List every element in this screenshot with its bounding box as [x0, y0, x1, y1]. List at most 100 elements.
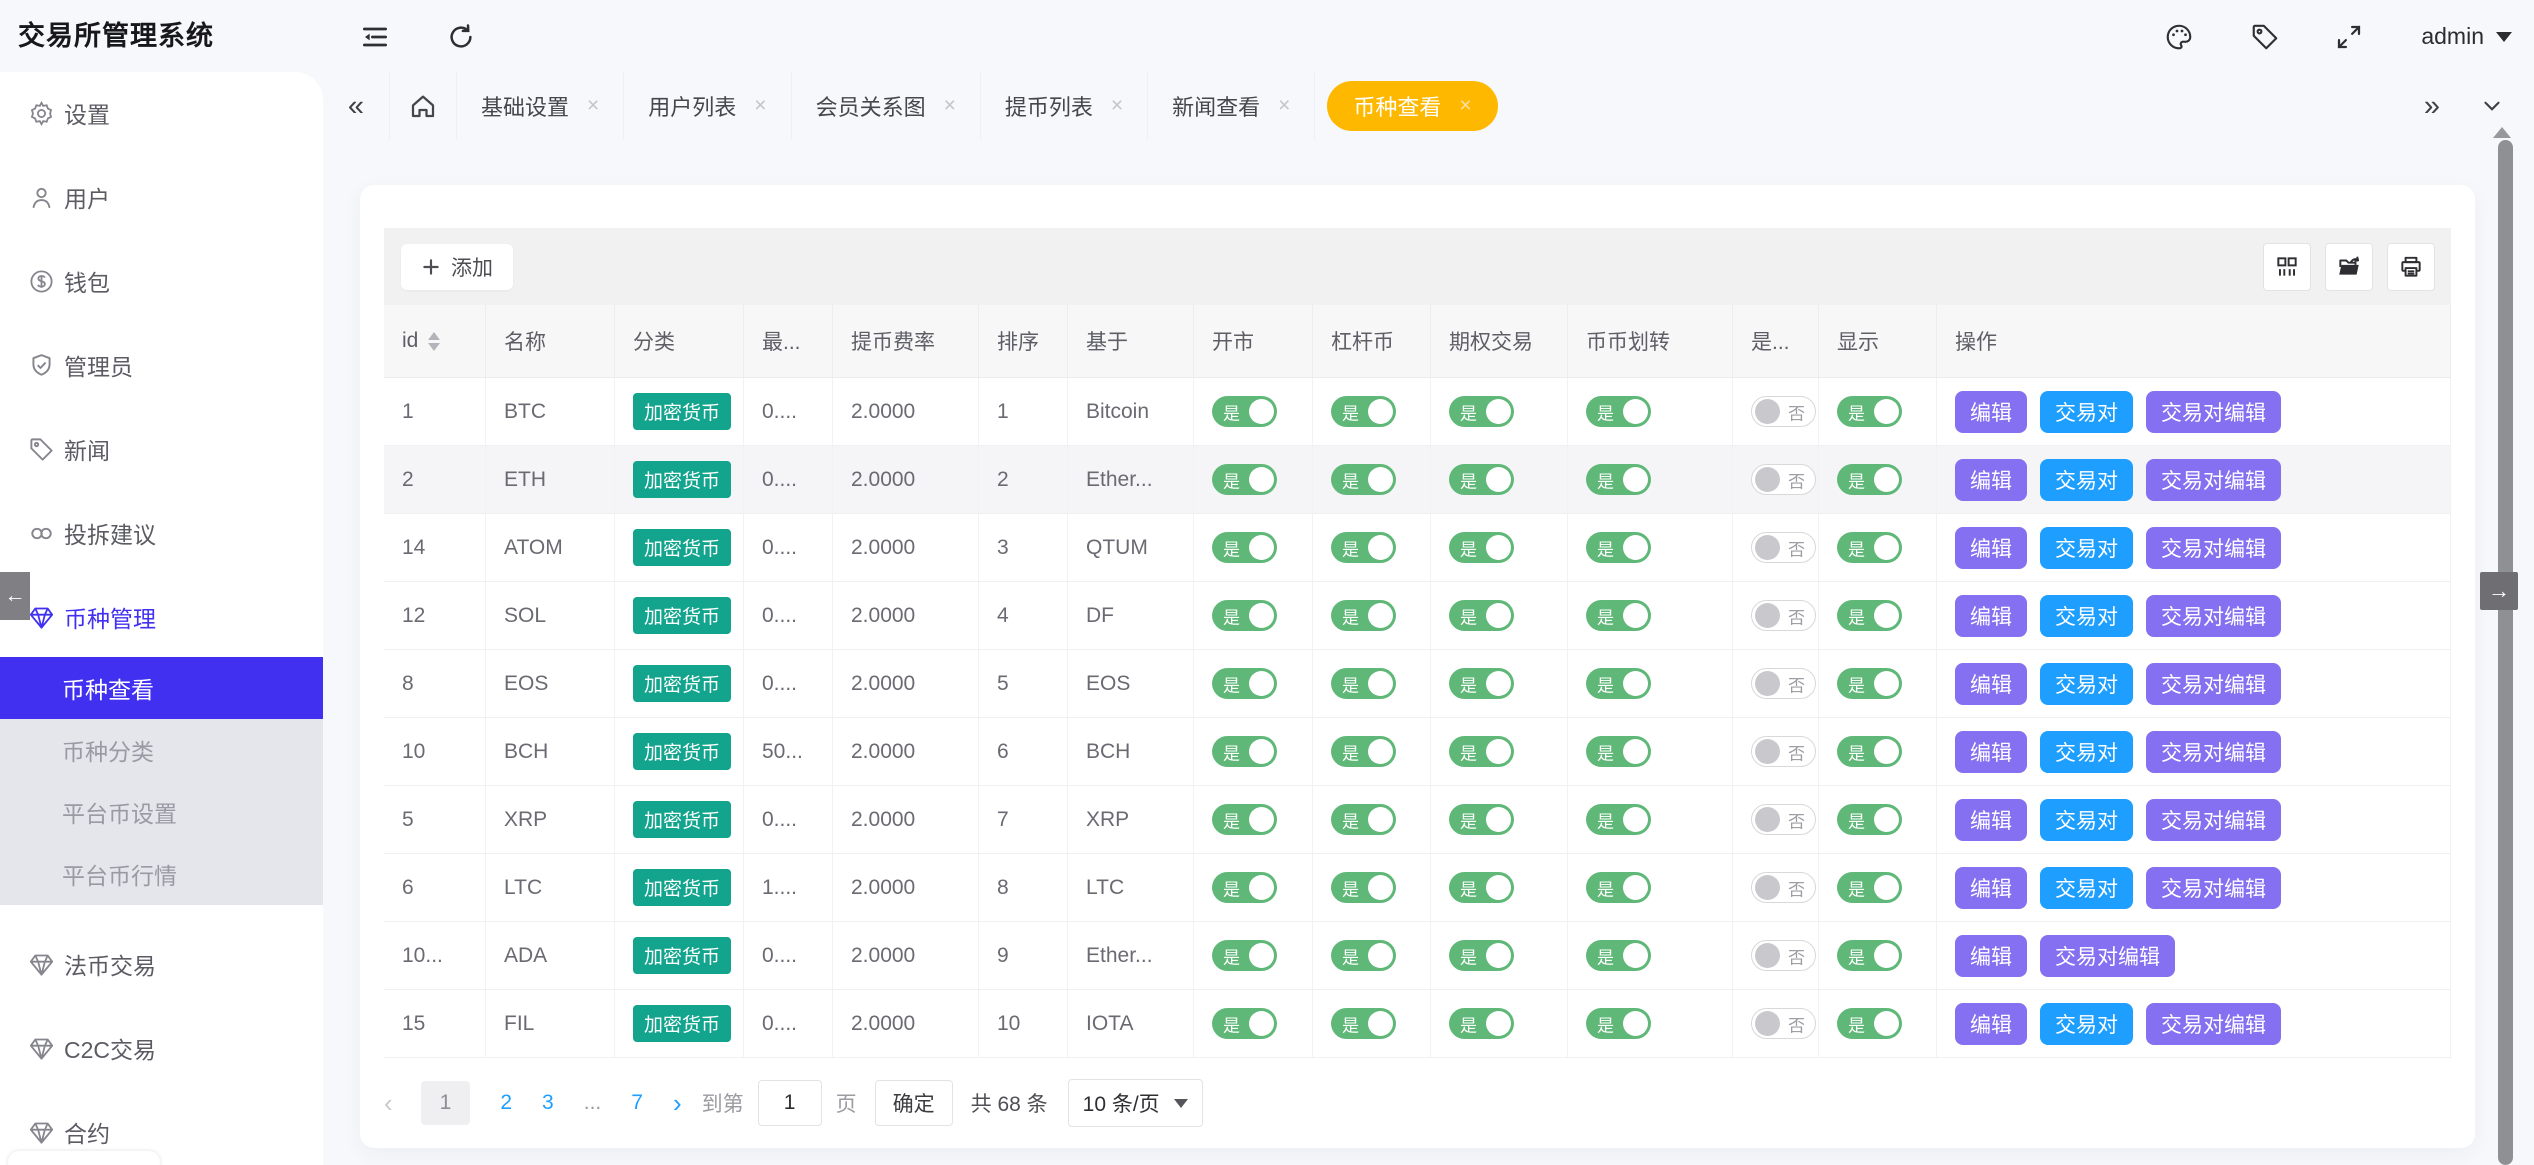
is-toggle[interactable]: 否 — [1751, 940, 1816, 971]
tab-2[interactable]: 用户列表× — [624, 72, 791, 140]
option-toggle[interactable]: 是 — [1449, 668, 1514, 699]
action-button-blue[interactable]: 交易对 — [2040, 459, 2133, 501]
action-button-purple[interactable]: 交易对编辑 — [2146, 663, 2281, 705]
show-toggle[interactable]: 是 — [1837, 532, 1902, 563]
goto-page-input[interactable] — [758, 1080, 822, 1126]
action-button-purple[interactable]: 编辑 — [1955, 595, 2027, 637]
refresh-icon[interactable] — [438, 14, 484, 60]
action-button-purple[interactable]: 交易对编辑 — [2146, 595, 2281, 637]
option-toggle[interactable]: 是 — [1449, 872, 1514, 903]
page-button-3[interactable]: 3 — [542, 1091, 554, 1115]
close-icon[interactable]: × — [944, 94, 956, 118]
show-toggle[interactable]: 是 — [1837, 736, 1902, 767]
tab-3[interactable]: 会员关系图× — [792, 72, 981, 140]
tab-5[interactable]: 新闻查看× — [1148, 72, 1315, 140]
submenu-item-platform-coin-settings[interactable]: 平台币设置 — [0, 781, 323, 843]
transfer-toggle[interactable]: 是 — [1586, 600, 1651, 631]
tab-1[interactable]: 基础设置× — [457, 72, 624, 140]
is-toggle[interactable]: 否 — [1751, 396, 1816, 427]
action-button-purple[interactable]: 编辑 — [1955, 1003, 2027, 1045]
page-button-7[interactable]: 7 — [631, 1091, 643, 1115]
show-toggle[interactable]: 是 — [1837, 600, 1902, 631]
fullscreen-icon[interactable] — [2326, 14, 2372, 60]
action-button-purple[interactable]: 编辑 — [1955, 935, 2027, 977]
option-toggle[interactable]: 是 — [1449, 940, 1514, 971]
open-toggle[interactable]: 是 — [1212, 600, 1277, 631]
option-toggle[interactable]: 是 — [1449, 532, 1514, 563]
tabs-menu-button[interactable] — [2462, 72, 2522, 140]
open-toggle[interactable]: 是 — [1212, 464, 1277, 495]
lever-toggle[interactable]: 是 — [1331, 532, 1396, 563]
action-button-purple[interactable]: 编辑 — [1955, 731, 2027, 773]
option-toggle[interactable]: 是 — [1449, 736, 1514, 767]
lever-toggle[interactable]: 是 — [1331, 804, 1396, 835]
action-button-purple[interactable]: 交易对编辑 — [2146, 731, 2281, 773]
lever-toggle[interactable]: 是 — [1331, 872, 1396, 903]
confirm-button[interactable]: 确定 — [875, 1080, 953, 1126]
submenu-item-platform-coin-market[interactable]: 平台币行情 — [0, 843, 323, 905]
open-toggle[interactable]: 是 — [1212, 872, 1277, 903]
submenu-item-coin-view[interactable]: 币种查看 — [0, 657, 323, 719]
action-button-purple[interactable]: 编辑 — [1955, 867, 2027, 909]
print-button[interactable] — [2387, 243, 2435, 291]
next-page-button[interactable]: › — [673, 1088, 682, 1119]
is-toggle[interactable]: 否 — [1751, 532, 1816, 563]
open-toggle[interactable]: 是 — [1212, 804, 1277, 835]
show-toggle[interactable]: 是 — [1837, 396, 1902, 427]
action-button-blue[interactable]: 交易对 — [2040, 1003, 2133, 1045]
submenu-item-coin-category[interactable]: 币种分类 — [0, 719, 323, 781]
show-toggle[interactable]: 是 — [1837, 1008, 1902, 1039]
action-button-purple[interactable]: 交易对编辑 — [2146, 391, 2281, 433]
sidebar-item-settings[interactable]: 设置 — [0, 88, 323, 138]
show-toggle[interactable]: 是 — [1837, 668, 1902, 699]
sidebar-item-fiat[interactable]: 法币交易 — [0, 939, 323, 989]
open-toggle[interactable]: 是 — [1212, 1008, 1277, 1039]
home-tab[interactable] — [390, 72, 457, 140]
action-button-purple[interactable]: 编辑 — [1955, 663, 2027, 705]
close-icon[interactable]: × — [1278, 94, 1290, 118]
lever-toggle[interactable]: 是 — [1331, 464, 1396, 495]
is-toggle[interactable]: 否 — [1751, 600, 1816, 631]
lever-toggle[interactable]: 是 — [1331, 940, 1396, 971]
open-toggle[interactable]: 是 — [1212, 668, 1277, 699]
tab-6[interactable]: 币种查看× — [1327, 81, 1497, 131]
action-button-purple[interactable]: 编辑 — [1955, 459, 2027, 501]
page-button-1[interactable]: 1 — [421, 1081, 471, 1125]
action-button-purple[interactable]: 编辑 — [1955, 391, 2027, 433]
sidebar-item-users[interactable]: 用户 — [0, 172, 323, 222]
export-button[interactable] — [2325, 243, 2373, 291]
sidebar-item-contract[interactable]: 合约 — [0, 1107, 323, 1157]
panel-collapse-left-handle[interactable]: ← — [0, 572, 30, 620]
transfer-toggle[interactable]: 是 — [1586, 804, 1651, 835]
show-toggle[interactable]: 是 — [1837, 804, 1902, 835]
transfer-toggle[interactable]: 是 — [1586, 940, 1651, 971]
action-button-blue[interactable]: 交易对 — [2040, 527, 2133, 569]
sidebar-item-suggest[interactable]: 投拆建议 — [0, 508, 323, 558]
option-toggle[interactable]: 是 — [1449, 1008, 1514, 1039]
transfer-toggle[interactable]: 是 — [1586, 668, 1651, 699]
action-button-blue[interactable]: 交易对 — [2040, 663, 2133, 705]
is-toggle[interactable]: 否 — [1751, 736, 1816, 767]
tabs-scroll-right[interactable]: » — [2402, 72, 2462, 140]
lever-toggle[interactable]: 是 — [1331, 736, 1396, 767]
is-toggle[interactable]: 否 — [1751, 668, 1816, 699]
option-toggle[interactable]: 是 — [1449, 600, 1514, 631]
sort-icon[interactable] — [428, 326, 440, 357]
admin-dropdown[interactable]: admin — [2421, 0, 2512, 72]
add-button[interactable]: 添加 — [401, 244, 513, 290]
open-toggle[interactable]: 是 — [1212, 736, 1277, 767]
show-toggle[interactable]: 是 — [1837, 940, 1902, 971]
is-toggle[interactable]: 否 — [1751, 1008, 1816, 1039]
transfer-toggle[interactable]: 是 — [1586, 736, 1651, 767]
per-page-select[interactable]: 10 条/页 — [1068, 1079, 1203, 1127]
sidebar-item-wallet[interactable]: 钱包 — [0, 256, 323, 306]
column-header-id[interactable]: id — [384, 305, 486, 377]
filter-columns-button[interactable] — [2263, 243, 2311, 291]
action-button-purple[interactable]: 编辑 — [1955, 799, 2027, 841]
transfer-toggle[interactable]: 是 — [1586, 464, 1651, 495]
close-icon[interactable]: × — [754, 94, 766, 118]
lever-toggle[interactable]: 是 — [1331, 1008, 1396, 1039]
option-toggle[interactable]: 是 — [1449, 804, 1514, 835]
transfer-toggle[interactable]: 是 — [1586, 872, 1651, 903]
palette-icon[interactable] — [2156, 14, 2202, 60]
